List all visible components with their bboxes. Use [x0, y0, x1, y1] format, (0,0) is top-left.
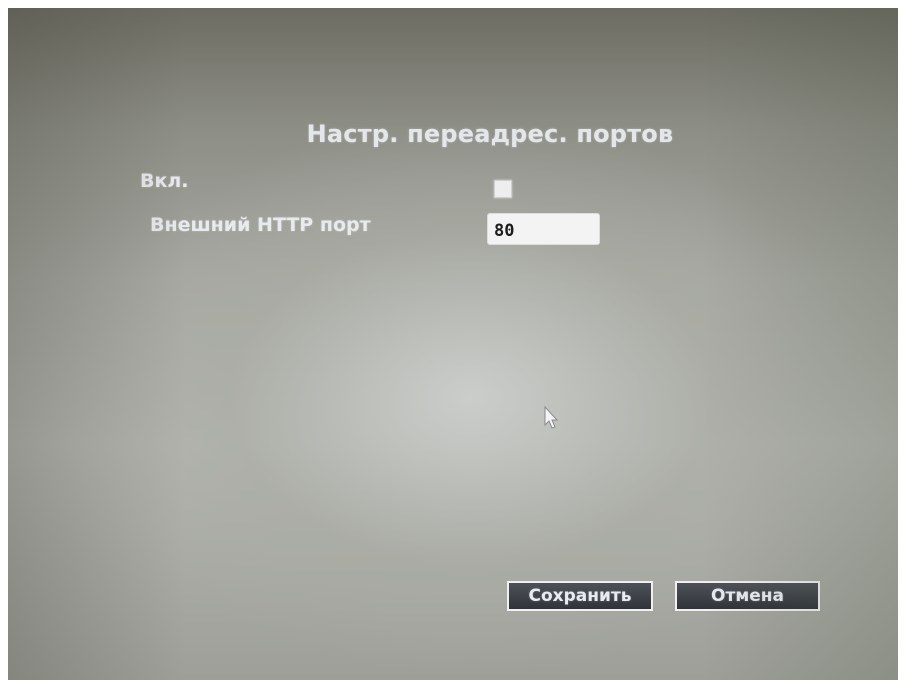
- enable-checkbox[interactable]: [494, 180, 512, 198]
- enable-label: Вкл.: [140, 170, 189, 192]
- photo-frame: Настр. переадрес. портов Вкл. Внешний HT…: [0, 0, 904, 682]
- save-button[interactable]: Сохранить: [507, 581, 653, 611]
- dvr-screen: Настр. переадрес. портов Вкл. Внешний HT…: [8, 8, 898, 680]
- http-port-input[interactable]: 80: [487, 213, 600, 245]
- http-port-label: Внешний HTTP порт: [150, 214, 371, 236]
- cancel-button[interactable]: Отмена: [675, 581, 820, 611]
- mouse-pointer-icon: [544, 406, 558, 429]
- page-title: Настр. переадрес. портов: [306, 120, 674, 148]
